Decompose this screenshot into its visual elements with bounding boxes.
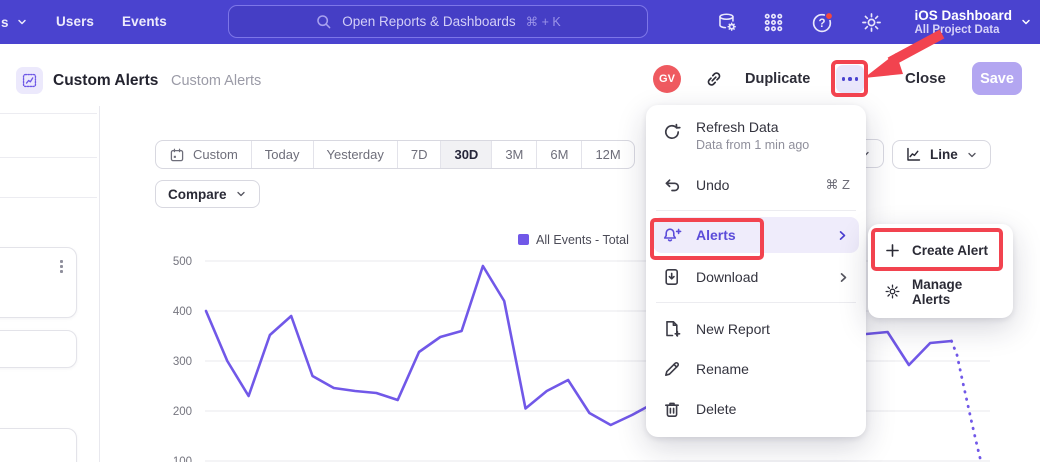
chart-type-button[interactable]: Line — [892, 140, 991, 169]
date-range-control: Custom Today Yesterday 7D 30D 3M 6M 12M — [155, 140, 635, 169]
menu-item-label: Rename — [696, 361, 850, 377]
menu-item-delete[interactable]: Delete — [646, 389, 866, 429]
compare-button[interactable]: Compare — [155, 180, 260, 208]
nav-item-events[interactable]: Events — [122, 14, 167, 29]
gear-icon — [884, 283, 901, 300]
context-menu: Refresh Data Data from 1 min ago Undo ⌘ … — [646, 105, 866, 437]
chevron-right-icon — [837, 271, 850, 284]
project-selector[interactable]: iOS Dashboard All Project Data — [914, 4, 1032, 40]
data-sources-icon[interactable] — [716, 11, 739, 34]
nav-item-partial[interactable]: s — [1, 0, 28, 44]
menu-divider — [656, 302, 856, 303]
top-nav-bar: s Users Events Open Reports & Dashboards… — [0, 0, 1040, 44]
breadcrumb: Custom Alerts — [171, 73, 261, 89]
report-header: Custom Alerts Custom Alerts GV Duplicate… — [0, 44, 1040, 106]
sidebar-card[interactable] — [0, 330, 77, 368]
submenu-item-create-alert[interactable]: Create Alert — [868, 230, 1013, 271]
new-report-icon — [662, 319, 682, 339]
sidebar-row-divider — [0, 157, 97, 158]
menu-item-sublabel: Data from 1 min ago — [696, 138, 850, 152]
range-3m[interactable]: 3M — [492, 141, 537, 168]
chart-legend: All Events - Total — [518, 233, 629, 247]
project-scope: All Project Data — [914, 24, 1012, 37]
svg-text:?: ? — [818, 18, 825, 30]
submenu-item-label: Create Alert — [912, 243, 988, 258]
chevron-down-icon — [235, 188, 247, 200]
report-chart-icon — [16, 67, 43, 94]
menu-item-rename[interactable]: Rename — [646, 349, 866, 389]
sidebar-card[interactable] — [0, 428, 77, 462]
plus-icon — [884, 242, 901, 259]
menu-item-label: Undo — [696, 177, 811, 193]
range-custom[interactable]: Custom — [156, 141, 252, 168]
range-30d-selected[interactable]: 30D — [441, 141, 492, 168]
project-name: iOS Dashboard — [914, 8, 1012, 24]
help-icon[interactable]: ? — [811, 11, 834, 34]
menu-item-label: Delete — [696, 401, 850, 417]
chevron-down-icon — [966, 149, 978, 161]
download-icon — [662, 267, 682, 287]
sidebar-row-divider — [0, 113, 97, 114]
chevron-down-icon — [1020, 16, 1032, 28]
menu-item-new-report[interactable]: New Report — [646, 309, 866, 349]
menu-divider — [656, 210, 856, 211]
menu-item-label: New Report — [696, 321, 850, 337]
calendar-icon — [169, 147, 185, 163]
menu-item-label: Download — [696, 269, 823, 285]
kebab-menu-icon[interactable] — [60, 260, 63, 273]
settings-gear-icon[interactable] — [860, 11, 883, 34]
y-axis-labels: 500 400 300 200 100 — [173, 256, 192, 462]
search-placeholder: Open Reports & Dashboards — [342, 14, 515, 29]
menu-item-undo[interactable]: Undo ⌘ Z — [646, 165, 866, 205]
svg-text:500: 500 — [173, 256, 192, 268]
svg-text:200: 200 — [173, 406, 192, 418]
delete-trash-icon — [662, 399, 682, 419]
menu-item-shortcut: ⌘ Z — [825, 177, 850, 193]
alerts-submenu: Create Alert Manage Alerts — [868, 224, 1013, 318]
svg-text:400: 400 — [173, 306, 192, 318]
search-shortcut: ⌘ + K — [526, 14, 561, 29]
chevron-down-icon — [16, 16, 28, 28]
range-7d[interactable]: 7D — [398, 141, 442, 168]
avatar[interactable]: GV — [653, 65, 681, 93]
range-yesterday[interactable]: Yesterday — [314, 141, 398, 168]
chevron-right-icon — [836, 229, 849, 242]
apps-grid-icon[interactable] — [762, 11, 785, 34]
sidebar-card[interactable] — [0, 247, 77, 318]
menu-item-refresh-data[interactable]: Refresh Data Data from 1 min ago — [646, 113, 866, 161]
range-today[interactable]: Today — [252, 141, 314, 168]
submenu-item-manage-alerts[interactable]: Manage Alerts — [868, 271, 1013, 312]
duplicate-button[interactable]: Duplicate — [745, 71, 810, 87]
menu-item-alerts[interactable]: Alerts — [653, 217, 859, 253]
app-screen: s Users Events Open Reports & Dashboards… — [0, 0, 1040, 462]
search-input[interactable]: Open Reports & Dashboards ⌘ + K — [228, 5, 648, 38]
rename-pencil-icon — [662, 359, 682, 379]
chart-projection — [952, 341, 988, 462]
share-link-icon[interactable] — [704, 69, 724, 89]
sidebar-row-divider — [0, 197, 97, 198]
svg-text:100: 100 — [173, 456, 192, 462]
save-button[interactable]: Save — [972, 62, 1022, 95]
more-options-button[interactable] — [836, 65, 864, 93]
menu-item-label: Alerts — [696, 227, 822, 243]
submenu-item-label: Manage Alerts — [912, 277, 997, 307]
search-icon — [315, 13, 332, 30]
menu-item-download[interactable]: Download — [646, 257, 866, 297]
close-button[interactable]: Close — [905, 70, 946, 87]
range-6m[interactable]: 6M — [537, 141, 582, 168]
undo-icon — [662, 175, 682, 195]
refresh-icon — [662, 122, 682, 142]
nav-item-users[interactable]: Users — [56, 14, 94, 29]
svg-text:300: 300 — [173, 356, 192, 368]
alert-bell-plus-icon — [662, 225, 682, 245]
menu-item-label: Refresh Data — [696, 119, 850, 135]
line-chart-icon — [905, 146, 922, 163]
page-title: Custom Alerts — [53, 72, 158, 90]
nav-partial-label: s — [1, 15, 9, 30]
range-12m[interactable]: 12M — [582, 141, 633, 168]
svg-text:All Events - Total: All Events - Total — [536, 233, 629, 247]
